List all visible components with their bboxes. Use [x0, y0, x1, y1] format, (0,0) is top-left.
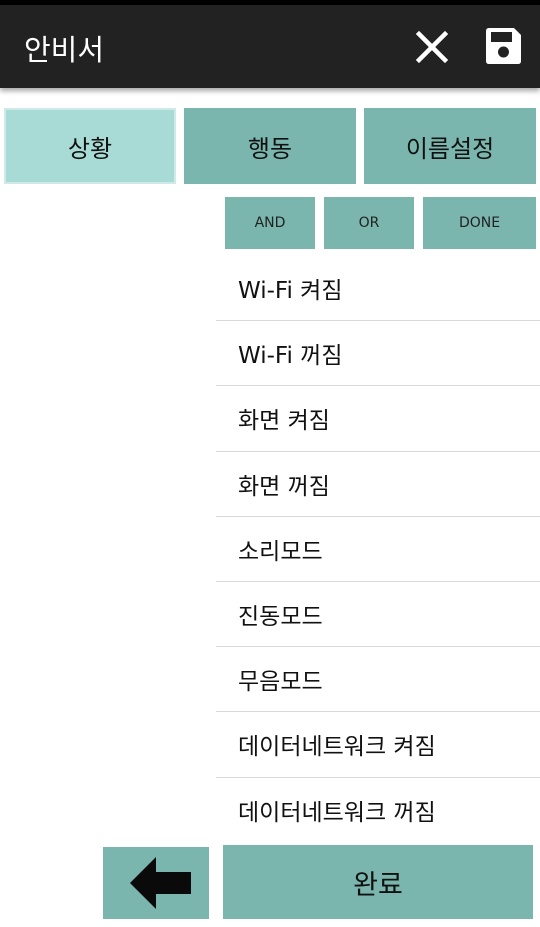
- condition-list: Wi-Fi 켜짐 Wi-Fi 꺼짐 화면 켜짐 화면 꺼짐 소리모드 진동모드 …: [216, 256, 540, 843]
- close-button[interactable]: [410, 25, 454, 69]
- condition-item-wifi-on[interactable]: Wi-Fi 켜짐: [216, 256, 540, 322]
- condition-item-data-off[interactable]: 데이터네트워크 꺼짐: [216, 778, 540, 843]
- tab-action[interactable]: 행동: [184, 108, 356, 184]
- save-button[interactable]: [480, 23, 526, 69]
- done-button[interactable]: 완료: [223, 845, 533, 919]
- condition-label: 데이터네트워크 켜짐: [238, 734, 436, 761]
- condition-item-wifi-off[interactable]: Wi-Fi 꺼짐: [216, 321, 540, 387]
- tab-name-settings-label: 이름설정: [405, 134, 495, 163]
- condition-label: 진동모드: [238, 604, 323, 631]
- condition-label: 화면 꺼짐: [238, 473, 330, 500]
- tab-situation-label: 상황: [67, 134, 113, 163]
- condition-label: 무음모드: [238, 669, 323, 696]
- done-button-label: 완료: [353, 869, 403, 901]
- condition-item-data-on[interactable]: 데이터네트워크 켜짐: [216, 712, 540, 778]
- done-operator-label: DONE: [458, 215, 501, 231]
- condition-item-screen-on[interactable]: 화면 켜짐: [216, 386, 540, 452]
- tab-action-label: 행동: [247, 134, 293, 163]
- condition-item-screen-off[interactable]: 화면 꺼짐: [216, 452, 540, 517]
- condition-item-silent-mode[interactable]: 무음모드: [216, 647, 540, 713]
- or-button[interactable]: OR: [324, 197, 414, 249]
- tab-situation[interactable]: 상황: [4, 108, 176, 184]
- arrow-left-icon: [130, 857, 191, 909]
- condition-label: 화면 켜짐: [238, 408, 330, 435]
- back-button[interactable]: [103, 847, 209, 919]
- condition-label: 소리모드: [238, 538, 323, 565]
- tab-name-settings[interactable]: 이름설정: [364, 108, 536, 184]
- condition-label: Wi-Fi 켜짐: [238, 278, 343, 305]
- done-operator-button[interactable]: DONE: [423, 197, 536, 249]
- app-title: 안비서: [24, 33, 105, 67]
- or-button-label: OR: [358, 215, 380, 231]
- condition-label: Wi-Fi 꺼짐: [238, 343, 343, 370]
- condition-label: 데이터네트워크 꺼짐: [238, 800, 436, 827]
- app-bar: 안비서: [0, 5, 540, 88]
- close-icon: [415, 30, 449, 64]
- condition-item-sound-mode[interactable]: 소리모드: [216, 517, 540, 582]
- and-button-label: AND: [254, 215, 286, 231]
- condition-item-vibrate-mode[interactable]: 진동모드: [216, 582, 540, 648]
- and-button[interactable]: AND: [225, 197, 315, 249]
- save-icon: [486, 28, 521, 64]
